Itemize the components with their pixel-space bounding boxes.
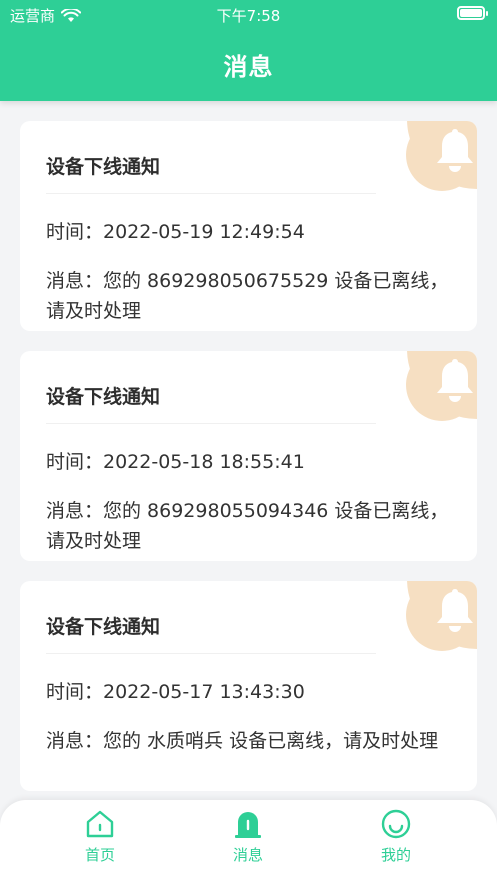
message-text: 消息：您的 869298055094346 设备已离线，请及时处理 [46, 500, 449, 552]
tab-home[interactable]: 首页 [60, 808, 140, 865]
divider [46, 653, 376, 654]
message-card[interactable]: 设备下线通知 时间：2022-05-17 13:43:30 消息：您的 水质哨兵… [20, 581, 477, 791]
status-time: 下午7:58 [216, 7, 281, 25]
tab-messages-label: 消息 [232, 846, 263, 864]
divider [46, 423, 376, 424]
message-text: 消息：您的 水质哨兵 设备已离线，请及时处理 [46, 730, 439, 752]
bell-badge [407, 351, 477, 419]
page-title: 消息 [223, 53, 274, 81]
message-text: 消息：您的 869298050675529 设备已离线，请及时处理 [46, 270, 449, 322]
bell-icon [437, 359, 473, 402]
tab-bar: 首页 消息 我的 [0, 800, 497, 883]
message-time: 时间：2022-05-18 18:55:41 [46, 451, 305, 473]
message-card[interactable]: 设备下线通知 时间：2022-05-19 12:49:54 消息：您的 8692… [20, 121, 477, 331]
bell-icon [437, 129, 473, 172]
bell-badge [407, 121, 477, 189]
status-bar: 运营商 下午7:58 [0, 0, 497, 28]
message-time: 时间：2022-05-19 12:49:54 [46, 221, 305, 243]
message-time: 时间：2022-05-17 13:43:30 [46, 681, 305, 703]
message-list: 设备下线通知 时间：2022-05-19 12:49:54 消息：您的 8692… [20, 121, 477, 811]
battery-icon [457, 6, 488, 20]
message-title: 设备下线通知 [46, 156, 161, 178]
divider [46, 193, 376, 194]
tab-mine[interactable]: 我的 [356, 808, 436, 865]
alarm-icon [235, 812, 261, 838]
message-title: 设备下线通知 [46, 616, 161, 638]
app-header: 运营商 下午7:58 消息 [0, 0, 497, 101]
smile-icon [381, 809, 411, 839]
tab-messages[interactable]: 消息 [208, 808, 288, 865]
message-card[interactable]: 设备下线通知 时间：2022-05-18 18:55:41 消息：您的 8692… [20, 351, 477, 561]
bell-icon [437, 589, 473, 632]
bell-badge [407, 581, 477, 649]
tab-mine-label: 我的 [380, 846, 411, 864]
message-title: 设备下线通知 [46, 386, 161, 408]
home-icon [86, 810, 114, 838]
tab-home-label: 首页 [84, 846, 115, 864]
